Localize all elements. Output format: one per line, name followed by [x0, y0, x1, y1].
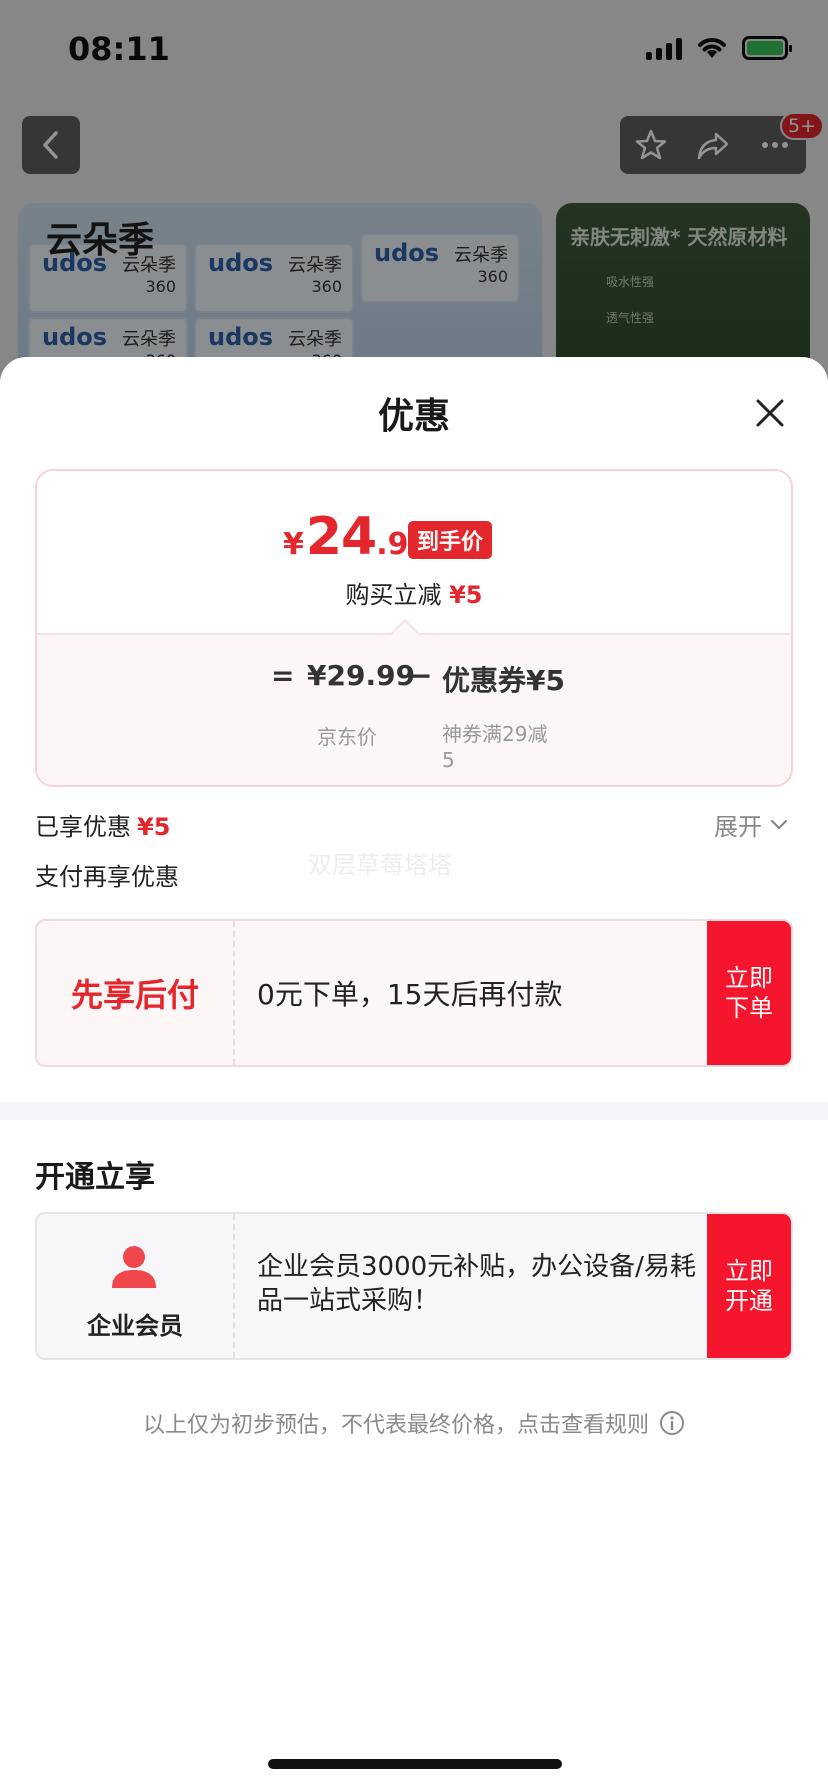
chevron-down-icon	[770, 819, 788, 829]
card-divider	[233, 921, 235, 1065]
pay-more-label: 支付再享优惠	[35, 863, 179, 891]
watermark-text: 双层草莓塔塔	[308, 851, 452, 879]
jd-price: ¥29.99	[307, 659, 416, 692]
price-disclaimer[interactable]: 以上仅为初步预估，不代表最终价格，点击查看规则	[0, 1407, 828, 1439]
instant-discount-label: 购买立减	[345, 581, 442, 609]
member-description: 企业会员3000元补贴，办公设备/易耗品一站式采购！	[257, 1252, 696, 1316]
pay-later-card[interactable]: 先享后付 0元下单，15天后再付款 立即下单	[35, 919, 793, 1067]
coupon-description: 神券满29减5	[442, 722, 548, 772]
enjoyed-discount: 已享优惠 ¥5	[35, 807, 170, 842]
pay-later-description: 0元下单，15天后再付款	[257, 978, 563, 1011]
card-divider	[233, 1214, 235, 1358]
currency-symbol: ¥	[283, 527, 304, 562]
instant-discount-value: ¥5	[449, 581, 483, 609]
expand-label: 展开	[714, 813, 762, 841]
user-icon	[112, 1246, 156, 1288]
section-separator	[0, 1102, 828, 1120]
dim-overlay[interactable]	[0, 0, 828, 380]
open-section-title: 开通立享	[35, 1160, 155, 1195]
final-price-tag: 到手价	[408, 521, 493, 559]
enterprise-member-card[interactable]: 企业会员 企业会员3000元补贴，办公设备/易耗品一站式采购！ 立即开通	[35, 1212, 793, 1360]
activate-now-button[interactable]: 立即开通	[707, 1214, 791, 1358]
price-summary: ¥ 24 .99 到手价 购买立减 ¥5	[37, 471, 791, 633]
price-integer: 24	[305, 507, 377, 567]
product-page-background: 08:11 5+ udos 云朵季 360 udos 云朵季 360 udos …	[0, 0, 828, 380]
minus-sign: −	[409, 659, 433, 692]
home-indicator	[268, 1759, 562, 1769]
enjoyed-discount-value: ¥5	[137, 813, 171, 841]
expand-toggle[interactable]: 展开	[714, 807, 788, 842]
order-now-button[interactable]: 立即下单	[707, 921, 791, 1065]
member-badge: 企业会员	[37, 1214, 233, 1358]
price-formula: = ¥29.99 − 优惠券¥5	[37, 659, 791, 699]
member-label: 企业会员	[87, 1312, 183, 1340]
equals-sign: =	[271, 659, 295, 692]
jd-price-label: 京东价	[317, 725, 377, 749]
price-breakdown-card: ¥ 24 .99 到手价 购买立减 ¥5 = ¥29.99 − 优惠券¥5 京东…	[35, 469, 793, 787]
disclaimer-text: 以上仅为初步预估，不代表最终价格，点击查看规则	[142, 1413, 649, 1438]
sheet-title: 优惠	[377, 396, 450, 437]
price-formula-area	[37, 633, 791, 785]
enjoyed-discount-label: 已享优惠	[35, 813, 131, 841]
coupon-amount: 优惠券¥5	[442, 664, 565, 697]
discount-sheet: 优惠 ¥ 24 .99 到手价 购买立减 ¥5 = ¥29.99 − 优惠券¥5…	[0, 357, 828, 1792]
info-icon	[660, 1411, 684, 1435]
close-icon[interactable]	[750, 393, 790, 433]
pay-later-name: 先享后付	[70, 976, 199, 1014]
instant-discount: 购买立减 ¥5	[37, 575, 791, 610]
